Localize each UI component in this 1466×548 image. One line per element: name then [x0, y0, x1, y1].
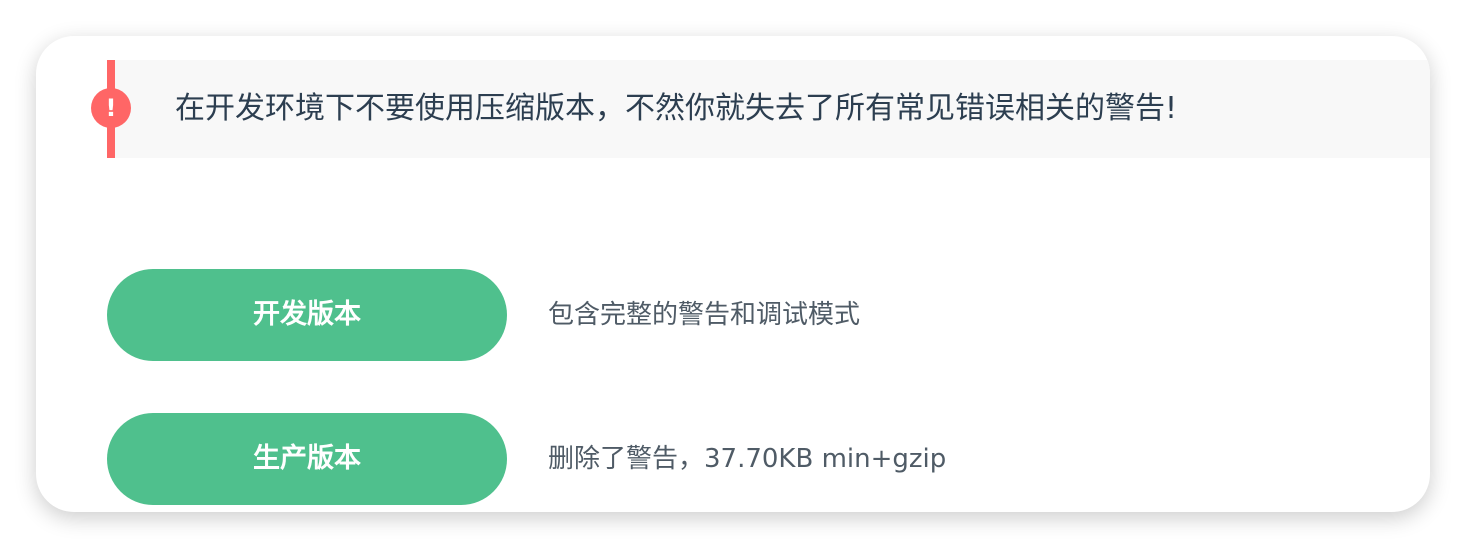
warning-tip: ! 在开发环境下不要使用压缩版本，不然你就失去了所有常见错误相关的警告!	[91, 60, 1430, 158]
prod-version-row: 生产版本 删除了警告，37.70KB min+gzip	[107, 413, 1357, 505]
exclamation-icon: !	[91, 88, 131, 128]
content-card: ! 在开发环境下不要使用压缩版本，不然你就失去了所有常见错误相关的警告! 开发版…	[36, 36, 1430, 512]
prod-version-button[interactable]: 生产版本	[107, 413, 507, 505]
prod-version-description: 删除了警告，37.70KB min+gzip	[548, 444, 947, 474]
warning-text: 在开发环境下不要使用压缩版本，不然你就失去了所有常见错误相关的警告!	[175, 91, 1178, 126]
dev-version-description: 包含完整的警告和调试模式	[548, 300, 861, 330]
dev-version-button[interactable]: 开发版本	[107, 269, 507, 361]
dev-version-row: 开发版本 包含完整的警告和调试模式	[107, 269, 1357, 361]
